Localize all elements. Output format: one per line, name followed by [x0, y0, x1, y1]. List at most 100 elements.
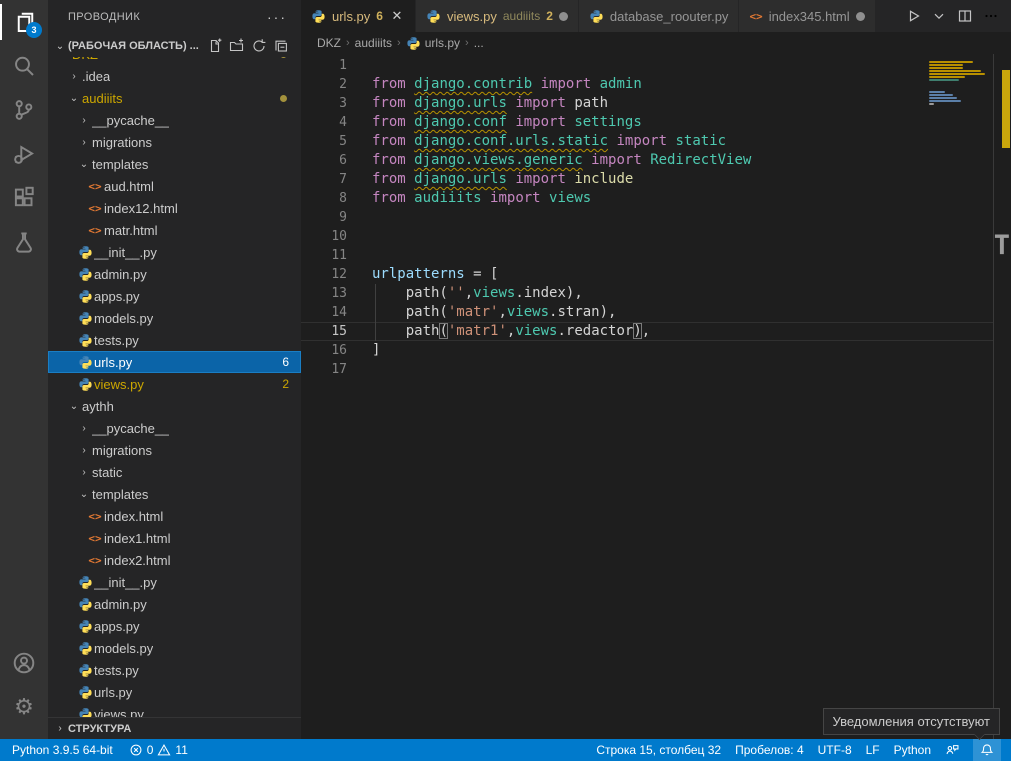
activity-item-settings[interactable]: ⚙ — [0, 685, 48, 729]
chevron-down-icon[interactable] — [931, 8, 947, 24]
tree-item-static[interactable]: ›static — [48, 461, 301, 483]
problems-status[interactable]: 0 11 — [129, 743, 188, 757]
indentation[interactable]: Пробелов: 4 — [735, 743, 804, 757]
new-folder-icon[interactable] — [229, 38, 245, 54]
minimap-line — [929, 67, 963, 69]
activity-item-testing[interactable] — [0, 220, 48, 264]
scrollbar[interactable] — [993, 54, 1011, 739]
notifications-tooltip: Уведомления отсутствуют — [823, 708, 1000, 735]
code-line-11[interactable]: 11 — [301, 246, 993, 265]
tree-item-__pycache__[interactable]: ›__pycache__ — [48, 109, 301, 131]
code-line-12[interactable]: 12urlpatterns = [ — [301, 265, 993, 284]
language-mode[interactable]: Python — [894, 743, 931, 757]
python-icon — [76, 707, 94, 718]
code-line-1[interactable]: 1 — [301, 56, 993, 75]
eol[interactable]: LF — [866, 743, 880, 757]
tree-item-models.py[interactable]: models.py — [48, 307, 301, 329]
tree-item-aythh[interactable]: ⌄aythh — [48, 395, 301, 417]
tree-item-migrations[interactable]: ›migrations — [48, 439, 301, 461]
code-line-6[interactable]: 6from django.views.generic import Redire… — [301, 151, 993, 170]
line-number: 15 — [301, 323, 347, 340]
code-line-17[interactable]: 17 — [301, 360, 993, 379]
minimap-line — [929, 64, 963, 66]
workspace-section-header[interactable]: ⌄ (РАБОЧАЯ ОБЛАСТЬ) ... — [48, 35, 301, 57]
tree-item-apps.py[interactable]: apps.py — [48, 285, 301, 307]
activity-item-search[interactable] — [0, 44, 48, 88]
line-number: 13 — [301, 284, 347, 303]
code-line-5[interactable]: 5from django.conf.urls.static import sta… — [301, 132, 993, 151]
activity-item-run-debug[interactable] — [0, 132, 48, 176]
outline-section-label: СТРУКТУРА — [68, 723, 131, 735]
more-icon[interactable] — [983, 8, 999, 24]
tree-item-aud.html[interactable]: <>aud.html — [48, 175, 301, 197]
code-line-10[interactable]: 10 — [301, 227, 993, 246]
tree-item-models.py[interactable]: models.py — [48, 637, 301, 659]
activity-item-extensions[interactable] — [0, 176, 48, 220]
activity-item-explorer[interactable]: 3 — [0, 0, 48, 44]
tree-item-urls.py[interactable]: urls.py6 — [48, 351, 301, 373]
minimap[interactable] — [927, 54, 993, 739]
code-line-15[interactable]: 15 path('matr1',views.redactor), — [301, 322, 993, 341]
tree-item-index1.html[interactable]: <>index1.html — [48, 527, 301, 549]
breadcrumb-item[interactable]: DKZ — [317, 36, 341, 50]
activity-item-accounts[interactable] — [0, 641, 48, 685]
activity-item-source-control[interactable] — [0, 88, 48, 132]
breadcrumb-item[interactable]: urls.py — [406, 36, 460, 51]
cursor-position[interactable]: Строка 15, столбец 32 — [596, 743, 721, 757]
tree-item-index12.html[interactable]: <>index12.html — [48, 197, 301, 219]
code-line-7[interactable]: 7from django.urls import include — [301, 170, 993, 189]
tree-item-views.py[interactable]: views.py2 — [48, 373, 301, 395]
tree-item-tests.py[interactable]: tests.py — [48, 329, 301, 351]
tree-item-templates[interactable]: ⌄templates — [48, 153, 301, 175]
tab-views.py[interactable]: views.py audiiits 2 — [416, 0, 579, 32]
chevron-right-icon: › — [76, 115, 92, 126]
chevron-right-icon: › — [76, 423, 92, 434]
code-line-14[interactable]: 14 path('matr',views.stran), — [301, 303, 993, 322]
code-line-3[interactable]: 3from django.urls import path — [301, 94, 993, 113]
new-file-icon[interactable] — [207, 38, 223, 54]
python-icon — [76, 311, 94, 326]
tree-item-apps.py[interactable]: apps.py — [48, 615, 301, 637]
code-line-16[interactable]: 16] — [301, 341, 993, 360]
code-editor[interactable]: 1 2from django.contrib import admin 3fro… — [301, 54, 1011, 739]
tab-index345.html[interactable]: <>index345.html — [739, 0, 875, 32]
feedback-button[interactable] — [945, 743, 959, 757]
tree-item-admin.py[interactable]: admin.py — [48, 263, 301, 285]
outline-section-header[interactable]: › СТРУКТУРА — [48, 717, 301, 739]
tree-item-index2.html[interactable]: <>index2.html — [48, 549, 301, 571]
python-interpreter[interactable]: Python 3.9.5 64-bit — [12, 743, 113, 757]
tab-urls.py[interactable]: urls.py 6 ✕ — [301, 0, 416, 32]
tree-item-audiiits[interactable]: ⌄audiiits — [48, 87, 301, 109]
code-line-2[interactable]: 2from django.contrib import admin — [301, 75, 993, 94]
tree-item-views.py[interactable]: views.py — [48, 703, 301, 717]
collapse-all-icon[interactable] — [273, 38, 289, 54]
minimap-line — [929, 91, 945, 93]
close-icon[interactable]: ✕ — [389, 8, 405, 24]
code-line-13[interactable]: 13 path('',views.index), — [301, 284, 993, 303]
code-line-8[interactable]: 8from audiiits import views — [301, 189, 993, 208]
tree-item-.idea[interactable]: ›.idea — [48, 65, 301, 87]
tree-item-__init__.py[interactable]: __init__.py — [48, 241, 301, 263]
tree-item-templates[interactable]: ⌄templates — [48, 483, 301, 505]
notifications-button[interactable] — [973, 739, 1001, 761]
tree-item-matr.html[interactable]: <>matr.html — [48, 219, 301, 241]
run-icon[interactable] — [905, 8, 921, 24]
tree-item-tests.py[interactable]: tests.py — [48, 659, 301, 681]
tree-item-urls.py[interactable]: urls.py — [48, 681, 301, 703]
tab-database_roouter.py[interactable]: database_roouter.py — [579, 0, 740, 32]
breadcrumb-item[interactable]: audiiits — [355, 36, 392, 50]
refresh-icon[interactable] — [251, 38, 267, 54]
split-editor-icon[interactable] — [957, 8, 973, 24]
tree-item-migrations[interactable]: ›migrations — [48, 131, 301, 153]
warning-icon — [157, 743, 171, 757]
code-line-4[interactable]: 4from django.conf import settings — [301, 113, 993, 132]
tree-item-admin.py[interactable]: admin.py — [48, 593, 301, 615]
tree-item-__init__.py[interactable]: __init__.py — [48, 571, 301, 593]
code-line-9[interactable]: 9 — [301, 208, 993, 227]
breadcrumb-item[interactable]: ... — [474, 36, 484, 50]
sidebar-more-icon[interactable]: ··· — [267, 0, 301, 35]
tree-item-DKZ[interactable]: ⌄DKZ — [48, 57, 301, 65]
encoding[interactable]: UTF-8 — [818, 743, 852, 757]
tree-item-__pycache__[interactable]: ›__pycache__ — [48, 417, 301, 439]
tree-item-index.html[interactable]: <>index.html — [48, 505, 301, 527]
